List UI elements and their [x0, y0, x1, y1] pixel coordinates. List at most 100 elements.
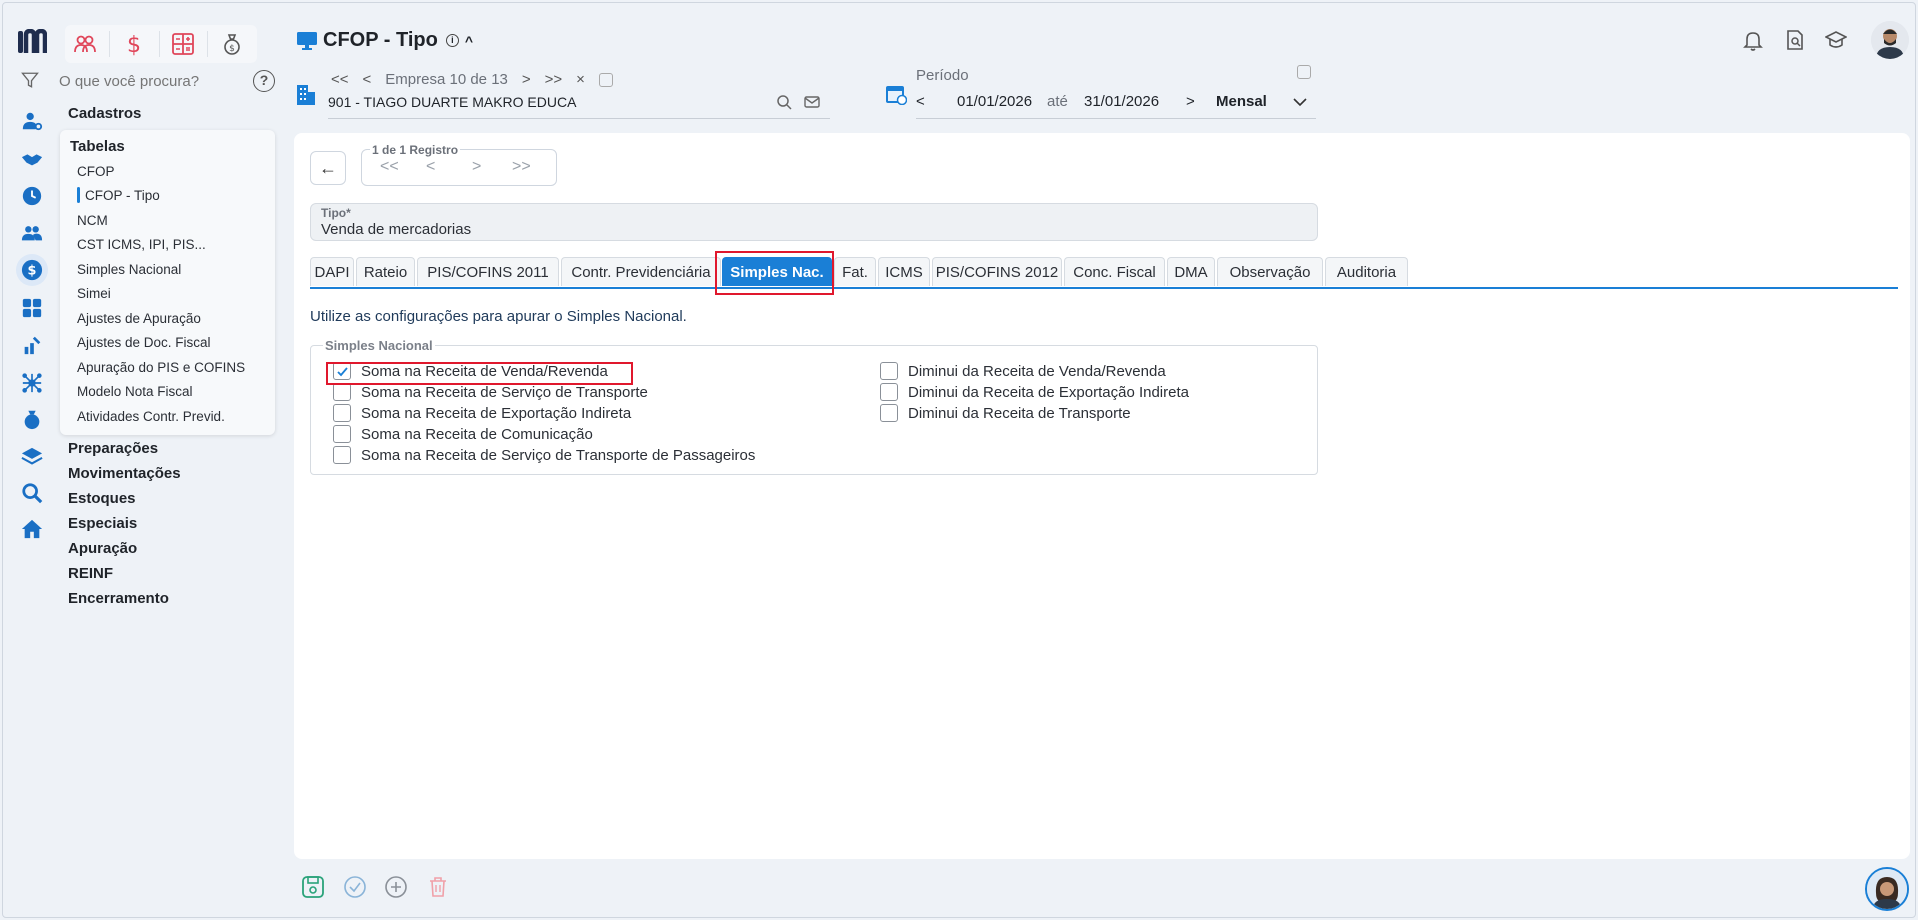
- handshake-icon[interactable]: [20, 147, 44, 171]
- record-next-button[interactable]: >: [472, 158, 481, 176]
- record-prev-button[interactable]: <: [426, 158, 435, 176]
- tab-dapi[interactable]: DAPI: [310, 257, 354, 286]
- user-avatar[interactable]: [1871, 21, 1909, 59]
- submenu-title[interactable]: Tabelas: [70, 138, 125, 155]
- period-end-input[interactable]: 31/01/2026: [1084, 93, 1159, 110]
- dollar-circle-icon[interactable]: $: [16, 254, 48, 286]
- checkbox-row[interactable]: Soma na Receita de Serviço de Transporte: [333, 383, 648, 401]
- menu-cadastros[interactable]: Cadastros: [68, 105, 141, 122]
- network-icon[interactable]: [20, 371, 44, 395]
- period-next-button[interactable]: >: [1186, 93, 1195, 110]
- menu-encerramento[interactable]: Encerramento: [68, 590, 169, 607]
- filter-icon[interactable]: [21, 71, 39, 89]
- tab-conc-fiscal[interactable]: Conc. Fiscal: [1064, 257, 1165, 286]
- period-mode-select[interactable]: Mensal: [1216, 93, 1267, 110]
- clock-icon[interactable]: [20, 184, 44, 208]
- chevron-up-icon[interactable]: ^: [465, 33, 473, 49]
- soma-servico-transporte-checkbox[interactable]: [333, 383, 351, 401]
- checkbox-row[interactable]: Soma na Receita de Exportação Indireta: [333, 404, 631, 422]
- menu-especiais[interactable]: Especiais: [68, 515, 137, 532]
- search-input[interactable]: [59, 69, 239, 93]
- info-icon[interactable]: i: [445, 34, 459, 47]
- menu-item-cfop-tipo[interactable]: CFOP - Tipo: [85, 188, 160, 203]
- diminui-transporte-checkbox[interactable]: [880, 404, 898, 422]
- layers-icon[interactable]: [20, 445, 44, 469]
- calculator-module-icon[interactable]: [169, 30, 197, 58]
- menu-apuracao[interactable]: Apuração: [68, 540, 137, 557]
- checkbox-row[interactable]: Diminui da Receita de Venda/Revenda: [880, 362, 1166, 380]
- checkbox-row[interactable]: Diminui da Receita de Transporte: [880, 404, 1131, 422]
- menu-item-modelo-nota-fiscal[interactable]: Modelo Nota Fiscal: [77, 384, 193, 399]
- menu-item-atividades-contr[interactable]: Atividades Contr. Previd.: [77, 409, 225, 424]
- save-icon[interactable]: [301, 875, 325, 899]
- company-prev-button[interactable]: <: [363, 71, 372, 88]
- graduation-cap-icon[interactable]: [1825, 29, 1847, 51]
- menu-item-cst[interactable]: CST ICMS, IPI, PIS...: [77, 237, 206, 252]
- back-button[interactable]: ←: [310, 151, 346, 185]
- company-next-button[interactable]: >: [522, 71, 531, 88]
- menu-item-simples-nacional[interactable]: Simples Nacional: [77, 262, 181, 277]
- tab-auditoria[interactable]: Auditoria: [1325, 257, 1408, 286]
- menu-preparacoes[interactable]: Preparações: [68, 440, 158, 457]
- soma-exportacao-indireta-checkbox[interactable]: [333, 404, 351, 422]
- company-first-button[interactable]: <<: [331, 71, 349, 88]
- checkbox-row[interactable]: Soma na Receita de Serviço de Transporte…: [333, 446, 755, 464]
- add-icon[interactable]: [384, 875, 408, 899]
- menu-item-ajustes-apuracao[interactable]: Ajustes de Apuração: [77, 311, 201, 326]
- tab-observacao[interactable]: Observação: [1217, 257, 1323, 286]
- tab-rateio[interactable]: Rateio: [356, 257, 415, 286]
- search-icon[interactable]: [776, 94, 792, 110]
- soma-comunicacao-checkbox[interactable]: [333, 425, 351, 443]
- money-bag-icon[interactable]: [20, 407, 44, 431]
- company-last-button[interactable]: >>: [545, 71, 563, 88]
- record-last-button[interactable]: >>: [512, 158, 531, 176]
- period-start-input[interactable]: 01/01/2026: [957, 93, 1032, 110]
- assistant-avatar[interactable]: [1865, 867, 1909, 911]
- tab-pis-cofins-2012[interactable]: PIS/COFINS 2012: [932, 257, 1062, 286]
- help-icon[interactable]: ?: [253, 70, 275, 92]
- tab-contr-previdenciaria[interactable]: Contr. Previdenciária: [561, 257, 721, 286]
- people-icon[interactable]: [20, 221, 44, 245]
- checkbox-label: Soma na Receita de Exportação Indireta: [361, 404, 632, 422]
- checkbox-row[interactable]: Soma na Receita de Comunicação: [333, 425, 593, 443]
- menu-movimentacoes[interactable]: Movimentações: [68, 465, 181, 482]
- bell-icon[interactable]: [1742, 29, 1764, 51]
- company-checkbox[interactable]: [598, 72, 613, 87]
- checkbox-row[interactable]: Diminui da Receita de Exportação Indiret…: [880, 383, 1189, 401]
- menu-item-ncm[interactable]: NCM: [77, 213, 108, 228]
- tab-dma[interactable]: DMA: [1167, 257, 1215, 286]
- company-field[interactable]: 901 - TIAGO DUARTE MAKRO EDUCA: [328, 91, 830, 119]
- users-cog-icon[interactable]: [20, 109, 44, 133]
- search-zoom-icon[interactable]: [20, 481, 44, 505]
- record-first-button[interactable]: <<: [380, 158, 399, 176]
- diminui-venda-revenda-checkbox[interactable]: [880, 362, 898, 380]
- home-icon[interactable]: [20, 517, 44, 541]
- chart-pen-icon[interactable]: [20, 333, 44, 357]
- confirm-icon[interactable]: [343, 875, 367, 899]
- dollar-module-icon[interactable]: $: [120, 30, 148, 58]
- period-prev-button[interactable]: <: [916, 93, 925, 110]
- menu-estoques[interactable]: Estoques: [68, 490, 136, 507]
- document-search-icon[interactable]: [1784, 29, 1806, 51]
- menu-item-apuracao-pis-cofins[interactable]: Apuração do PIS e COFINS: [77, 360, 245, 375]
- soma-transporte-passageiros-checkbox[interactable]: [333, 446, 351, 464]
- chevron-down-icon[interactable]: [1293, 97, 1307, 107]
- mail-icon[interactable]: [804, 94, 820, 110]
- menu-item-ajustes-doc-fiscal[interactable]: Ajustes de Doc. Fiscal: [77, 335, 211, 350]
- company-close-button[interactable]: ×: [576, 71, 585, 88]
- money-bag-module-icon[interactable]: $: [218, 30, 246, 58]
- period-checkbox[interactable]: [1297, 65, 1311, 79]
- diminui-exportacao-indireta-checkbox[interactable]: [880, 383, 898, 401]
- tipo-field[interactable]: Tipo* Venda de mercadorias: [310, 203, 1318, 241]
- tab-fat[interactable]: Fat.: [834, 257, 876, 286]
- delete-icon[interactable]: [426, 875, 450, 899]
- svg-text:$: $: [127, 33, 141, 56]
- menu-item-cfop[interactable]: CFOP: [77, 164, 115, 179]
- menu-reinf[interactable]: REINF: [68, 565, 113, 582]
- tab-pis-cofins-2011[interactable]: PIS/COFINS 2011: [417, 257, 559, 286]
- menu-item-simei[interactable]: Simei: [77, 286, 111, 301]
- people-module-icon[interactable]: [71, 30, 99, 58]
- calculator-icon[interactable]: [20, 296, 44, 320]
- checkbox-label: Soma na Receita de Serviço de Transporte…: [361, 446, 756, 464]
- tab-icms[interactable]: ICMS: [878, 257, 930, 286]
